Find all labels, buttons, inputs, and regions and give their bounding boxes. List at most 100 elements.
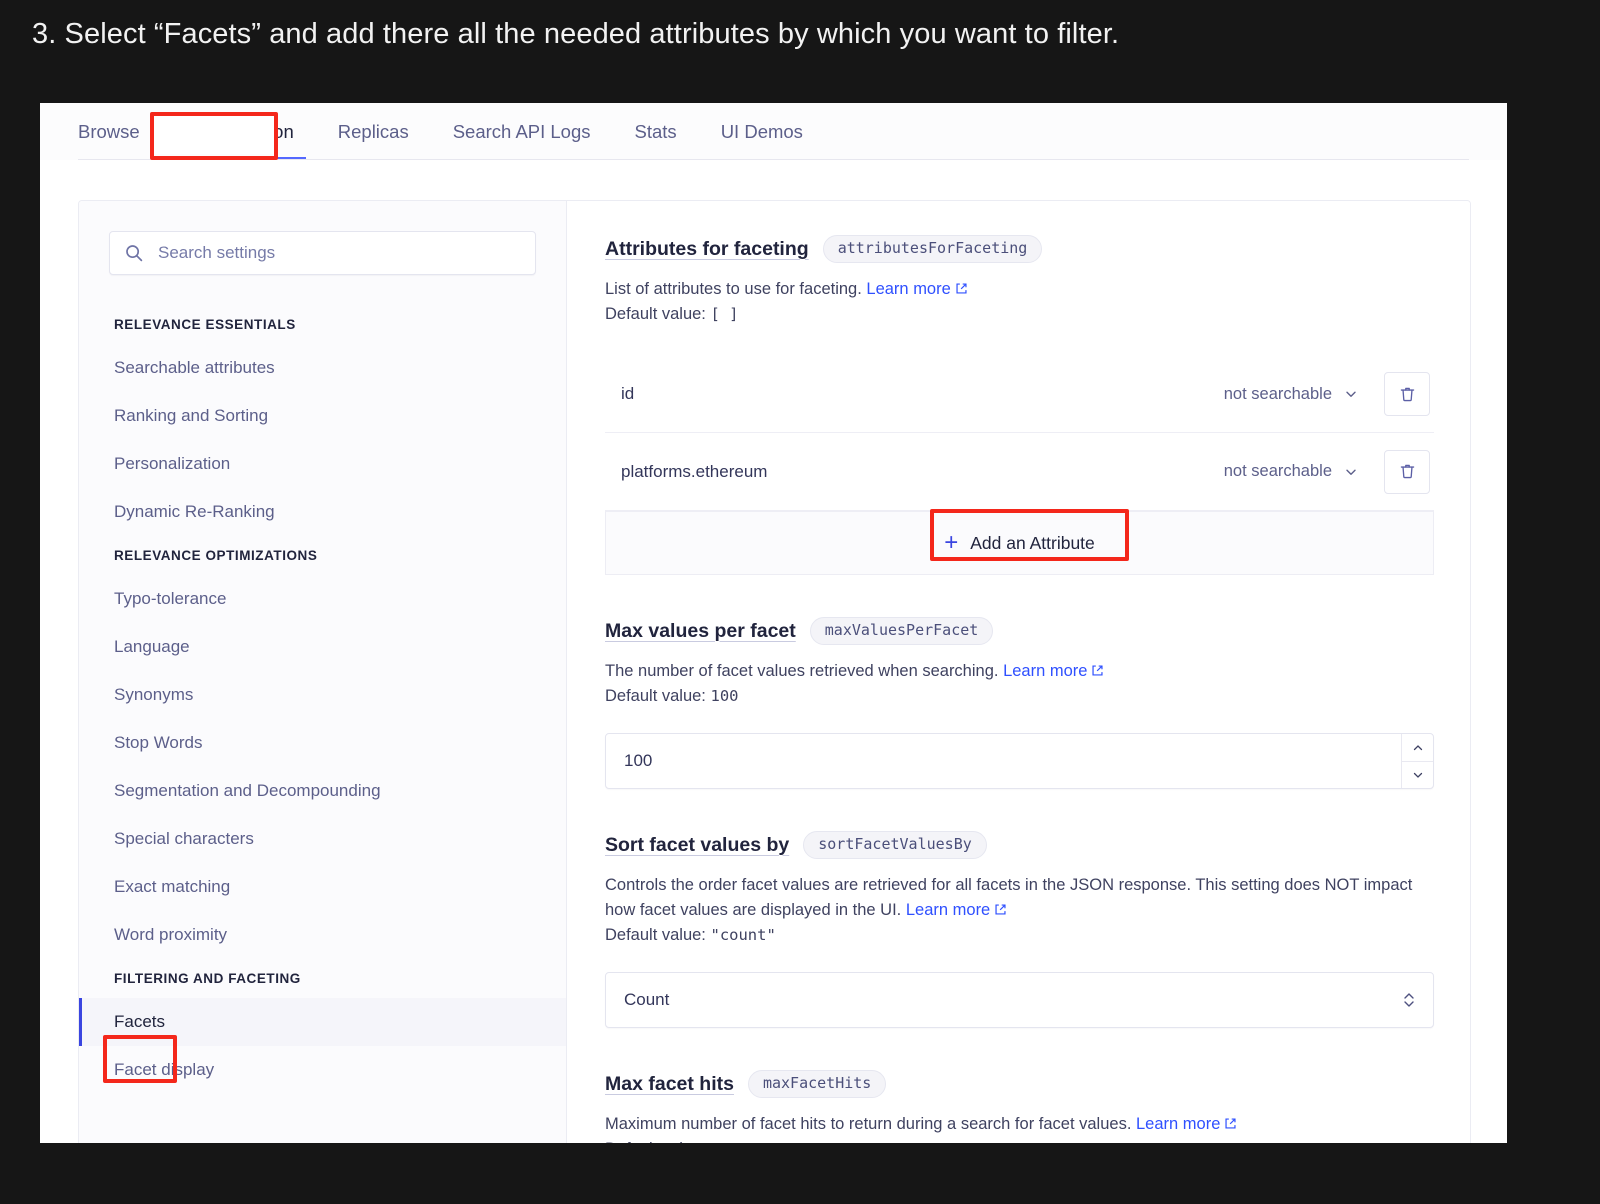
sidebar-item-stop-words[interactable]: Stop Words — [79, 719, 566, 767]
default-value: [ ] — [710, 305, 739, 323]
setting-description: The number of facet values retrieved whe… — [605, 659, 1434, 684]
learn-more-link[interactable]: Learn more — [1003, 662, 1087, 680]
add-attribute-label: Add an Attribute — [970, 532, 1095, 553]
sidebar-item-personalization[interactable]: Personalization — [79, 440, 566, 488]
attribute-searchable-value: not searchable — [1223, 384, 1332, 403]
search-icon — [124, 243, 144, 263]
settings-nav: RELEVANCE ESSENTIALS Searchable attribute… — [79, 305, 566, 1094]
settings-sidebar: RELEVANCE ESSENTIALS Searchable attribute… — [79, 201, 567, 1143]
attribute-row: id not searchable — [605, 355, 1434, 433]
add-attribute-label-group: + Add an Attribute — [944, 531, 1095, 555]
setting-description-text: List of attributes to use for faceting. — [605, 280, 862, 298]
nav-group-title: RELEVANCE ESSENTIALS — [114, 317, 296, 332]
chevron-down-icon — [1344, 387, 1358, 401]
plus-icon: + — [944, 529, 959, 556]
setting-max-values-per-facet: Max values per facet maxValuesPerFacet T… — [605, 617, 1434, 789]
external-link-icon — [994, 899, 1007, 915]
sidebar-item-typo-tolerance[interactable]: Typo-tolerance — [79, 575, 566, 623]
attribute-searchable-value: not searchable — [1223, 462, 1332, 480]
setting-title: Attributes for faceting — [605, 237, 809, 260]
delete-attribute-button[interactable] — [1384, 449, 1430, 494]
setting-default-value: Default value: 10 — [605, 1137, 1434, 1143]
sidebar-item-exact-matching[interactable]: Exact matching — [79, 863, 566, 911]
search-settings-wrapper — [109, 231, 536, 275]
setting-attributes-for-faceting: Attributes for faceting attributesForFac… — [605, 235, 1434, 575]
attribute-searchable-dropdown[interactable]: not searchable — [1224, 462, 1358, 481]
learn-more-link[interactable]: Learn more — [866, 280, 950, 298]
default-label: Default value: — [605, 926, 711, 944]
settings-panel: RELEVANCE ESSENTIALS Searchable attribute… — [78, 200, 1471, 1143]
setting-default-value: Default value: "count" — [605, 923, 1434, 948]
app-window: Browse Configuration Replicas Search API Lo… — [40, 103, 1507, 1143]
setting-code-badge: maxValuesPerFacet — [809, 617, 994, 645]
stepper-up-button[interactable] — [1402, 734, 1433, 761]
attribute-name: id — [621, 384, 635, 403]
search-settings-box[interactable] — [109, 231, 536, 275]
tab-stats[interactable]: Stats — [613, 103, 699, 160]
trash-icon — [1398, 462, 1417, 481]
sidebar-item-word-proximity[interactable]: Word proximity — [79, 911, 566, 959]
sort-facet-values-by-value: Count — [624, 990, 670, 1009]
setting-header: Max facet hits maxFacetHits — [605, 1070, 1434, 1098]
learn-more-link[interactable]: Learn more — [906, 901, 990, 919]
sidebar-item-special-characters[interactable]: Special characters — [79, 815, 566, 863]
setting-description: Controls the order facet values are retr… — [605, 873, 1434, 923]
sidebar-item-facet-display[interactable]: Facet display — [79, 1046, 566, 1094]
add-attribute-button[interactable]: + Add an Attribute — [605, 511, 1434, 575]
attribute-row: platforms.ethereum not searchable — [605, 433, 1434, 511]
max-values-per-facet-input[interactable] — [606, 734, 1401, 788]
number-stepper — [1401, 734, 1433, 788]
attribute-searchable-dropdown[interactable]: not searchable — [1224, 385, 1358, 404]
sidebar-item-dynamic-re-ranking[interactable]: Dynamic Re-Ranking — [79, 488, 566, 536]
setting-header: Attributes for faceting attributesForFac… — [605, 235, 1434, 263]
default-value: 10 — [710, 1140, 729, 1143]
setting-description: Maximum number of facet hits to return d… — [605, 1112, 1434, 1137]
external-link-icon — [1091, 660, 1104, 676]
external-link-icon — [1224, 1113, 1237, 1129]
setting-title: Sort facet values by — [605, 833, 790, 856]
default-value: "count" — [710, 926, 776, 944]
nav-group-title: RELEVANCE OPTIMIZATIONS — [114, 548, 318, 563]
setting-header: Sort facet values by sortFacetValuesBy — [605, 831, 1434, 859]
setting-code-badge: maxFacetHits — [747, 1070, 887, 1098]
default-label: Default value: — [605, 687, 711, 705]
default-label: Default value: — [605, 305, 711, 323]
sidebar-item-ranking-and-sorting[interactable]: Ranking and Sorting — [79, 392, 566, 440]
setting-default-value: Default value: 100 — [605, 684, 1434, 709]
stepper-down-button[interactable] — [1402, 761, 1433, 788]
attribute-name: platforms.ethereum — [621, 461, 768, 481]
search-input[interactable] — [156, 242, 516, 264]
tab-replicas[interactable]: Replicas — [316, 103, 431, 160]
tab-bar-divider — [78, 159, 1469, 160]
tab-configuration[interactable]: Configuration — [162, 103, 316, 160]
tab-bar: Browse Configuration Replicas Search API Lo… — [40, 103, 1507, 160]
trash-icon — [1398, 385, 1417, 404]
setting-max-facet-hits: Max facet hits maxFacetHits Maximum numb… — [605, 1070, 1434, 1143]
setting-description-text: The number of facet values retrieved whe… — [605, 662, 999, 680]
chevron-down-icon — [1344, 465, 1358, 479]
setting-default-value: Default value: [ ] — [605, 302, 1434, 327]
sidebar-item-language[interactable]: Language — [79, 623, 566, 671]
setting-code-badge: sortFacetValuesBy — [803, 831, 987, 859]
tab-browse[interactable]: Browse — [78, 103, 162, 160]
setting-description-text: Controls the order facet values are retr… — [605, 876, 1413, 919]
max-values-per-facet-field[interactable] — [605, 733, 1434, 789]
setting-title: Max values per facet — [605, 619, 796, 642]
nav-group-title: FILTERING AND FACETING — [114, 971, 301, 986]
chevron-up-down-icon — [1401, 989, 1417, 1011]
setting-description-text: Maximum number of facet hits to return d… — [605, 1115, 1132, 1133]
setting-code-badge: attributesForFaceting — [822, 235, 1043, 263]
page-title: 3. Select “Facets” and add there all the… — [32, 18, 1120, 50]
setting-sort-facet-values-by: Sort facet values by sortFacetValuesBy C… — [605, 831, 1434, 1028]
tab-search-api-logs[interactable]: Search API Logs — [431, 103, 613, 160]
sort-facet-values-by-select[interactable]: Count — [605, 972, 1434, 1028]
sidebar-item-synonyms[interactable]: Synonyms — [79, 671, 566, 719]
sidebar-item-facets[interactable]: Facets — [79, 998, 566, 1046]
attribute-list: id not searchable platforms.ethereum not se… — [605, 355, 1434, 511]
sidebar-item-searchable-attributes[interactable]: Searchable attributes — [79, 344, 566, 392]
setting-header: Max values per facet maxValuesPerFacet — [605, 617, 1434, 645]
tab-ui-demos[interactable]: UI Demos — [699, 103, 825, 160]
sidebar-item-segmentation-and-decompounding[interactable]: Segmentation and Decompounding — [79, 767, 566, 815]
delete-attribute-button[interactable] — [1384, 372, 1430, 416]
learn-more-link[interactable]: Learn more — [1136, 1115, 1220, 1133]
